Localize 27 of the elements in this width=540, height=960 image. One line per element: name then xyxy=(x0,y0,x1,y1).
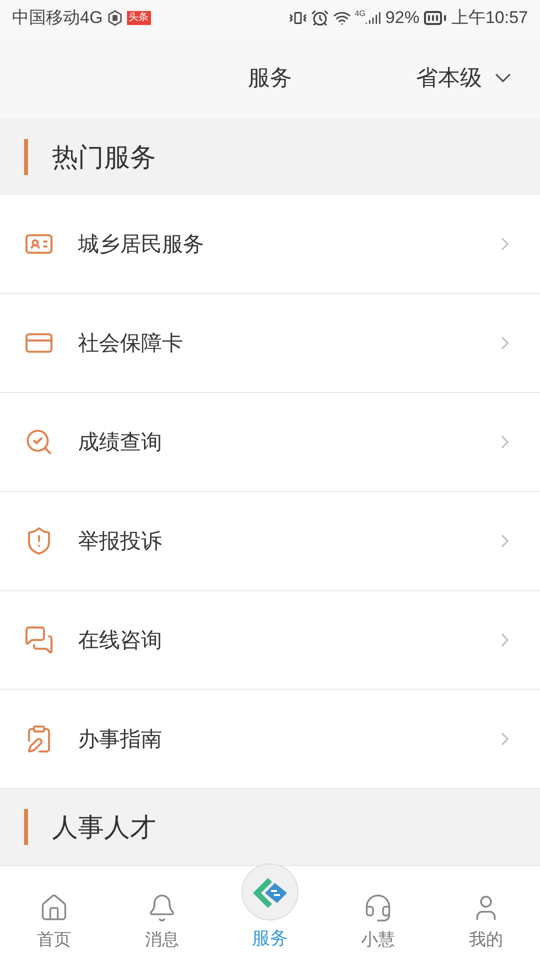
service-label: 在线咨询 xyxy=(78,628,163,654)
section-title: 热门服务 xyxy=(52,140,156,174)
headset-icon xyxy=(363,892,393,922)
search-icon xyxy=(24,427,54,458)
app-badge: 头条 xyxy=(126,10,151,25)
signal-icon xyxy=(365,10,382,26)
nav-tab[interactable]: 首页 xyxy=(0,866,108,960)
region-dropdown[interactable]: 省本级 xyxy=(416,61,516,94)
battery-text: 92% xyxy=(385,7,420,30)
service-label: 社会保障卡 xyxy=(78,330,184,357)
service-label: 成绩查询 xyxy=(78,430,163,456)
service-label: 城乡居民服务 xyxy=(78,232,205,258)
alarm-icon xyxy=(310,8,329,27)
home-icon xyxy=(39,892,69,922)
section-title: 人事人才 xyxy=(52,810,156,844)
network-text: 4G xyxy=(354,8,366,20)
time-text: 上午10:57 xyxy=(451,7,528,30)
nav-tab[interactable]: 小慧 xyxy=(324,866,432,960)
service-label: 举报投诉 xyxy=(78,528,163,555)
bell-icon xyxy=(147,892,177,922)
nav-tab[interactable]: 我的 xyxy=(432,866,540,960)
page-title: 服务 xyxy=(248,64,292,92)
carrier-text: 中国移动4G xyxy=(12,7,103,30)
app-notification-icon xyxy=(106,10,123,26)
service-label: 办事指南 xyxy=(78,726,163,753)
nav-tab[interactable]: 消息 xyxy=(108,866,216,960)
chat-icon xyxy=(24,625,54,656)
